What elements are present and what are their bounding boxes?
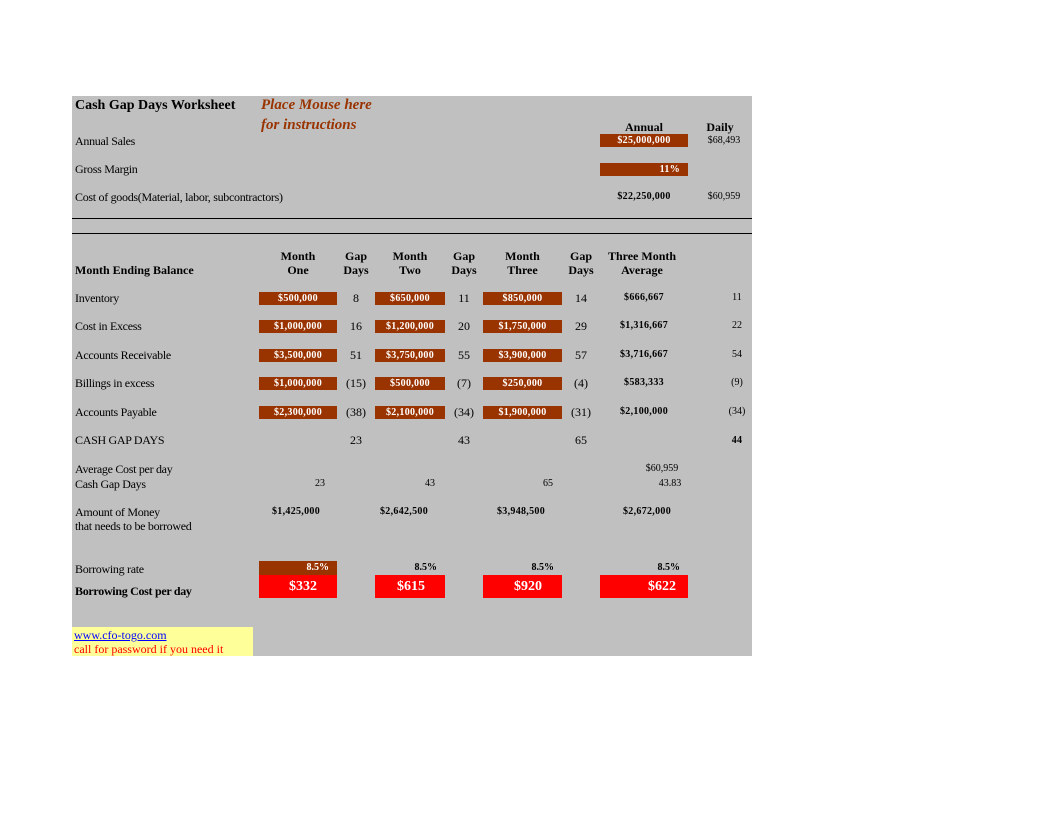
annual-sales-input[interactable]: $25,000,000 (600, 134, 688, 147)
gap-days-g2: (7) (457, 376, 471, 390)
cost-of-goods-daily: $60,959 (707, 191, 741, 202)
borrowing-cost-label: Borrowing Cost per day (75, 584, 192, 598)
borrowing-rate-m3: 8.5% (531, 562, 555, 573)
gap-days-g3: (4) (574, 376, 588, 390)
borrowing-rate-label: Borrowing rate (75, 562, 144, 576)
balance-input-m2[interactable]: $500,000 (375, 377, 445, 390)
gap-days-g3: 29 (575, 319, 587, 333)
borrowing-cost-m1: $332 (259, 575, 337, 598)
balance-input-m2[interactable]: $3,750,000 (375, 349, 445, 362)
average-gap-days: 22 (732, 320, 742, 331)
balance-input-m3[interactable]: $250,000 (483, 377, 562, 390)
cost-of-goods-label: Cost of goods(Material, labor, subcontra… (75, 190, 283, 204)
gap-days-g1: 51 (350, 348, 362, 362)
gap-days-3-header: Gap Days (568, 249, 594, 277)
gap-days-g1: 8 (353, 291, 359, 305)
balance-input-m1[interactable]: $1,000,000 (259, 320, 337, 333)
cash-gap-days-m1: 23 (350, 433, 362, 447)
borrow-amount-label-line1: Amount of Money (75, 505, 160, 519)
borrowing-cost-avg: $622 (600, 575, 688, 598)
borrow-amount-m1: $1,425,000 (272, 506, 320, 517)
daily-sales-value: $68,493 (707, 135, 741, 146)
balance-input-m2[interactable]: $2,100,000 (375, 406, 445, 419)
three-month-average-header: Three Month Average (607, 249, 677, 277)
cash-gap-days-label: CASH GAP DAYS (75, 433, 165, 447)
instructions-link-line2[interactable]: for instructions (261, 117, 356, 134)
three-month-average: $583,333 (624, 377, 664, 388)
month-three-header: Month Three (505, 249, 540, 277)
cash-gap-calc-m2: 43 (425, 478, 435, 489)
three-month-average: $1,316,667 (620, 320, 668, 331)
cash-gap-calc-m3: 65 (543, 478, 553, 489)
daily-column-header: Daily (706, 120, 734, 134)
gap-days-g3: (31) (571, 405, 591, 419)
password-note: call for password if you need it (74, 642, 224, 656)
gap-days-g1: (15) (346, 376, 366, 390)
balance-input-m2[interactable]: $1,200,000 (375, 320, 445, 333)
balance-input-m3[interactable]: $1,900,000 (483, 406, 562, 419)
balance-input-m3[interactable]: $850,000 (483, 292, 562, 305)
gap-days-g1: 16 (350, 319, 362, 333)
average-gap-days: (34) (728, 406, 746, 417)
month-one-header: Month One (280, 249, 316, 277)
cash-gap-calc-avg: 43.83 (658, 478, 682, 489)
average-gap-days: (9) (731, 377, 743, 388)
cash-gap-calc-m1: 23 (315, 478, 325, 489)
gap-days-g2: 55 (458, 348, 470, 362)
balance-input-m1[interactable]: $500,000 (259, 292, 337, 305)
gross-margin-label: Gross Margin (75, 162, 138, 176)
row-label: Cost in Excess (75, 319, 142, 333)
gap-days-1-header: Gap Days (343, 249, 369, 277)
borrow-amount-avg: $2,672,000 (623, 506, 671, 517)
borrowing-rate-m2: 8.5% (414, 562, 438, 573)
balance-input-m3[interactable]: $3,900,000 (483, 349, 562, 362)
gap-days-g3: 14 (575, 291, 587, 305)
month-ending-balance-header: Month Ending Balance (75, 263, 194, 277)
month-two-header: Month Two (392, 249, 428, 277)
worksheet-title: Cash Gap Days Worksheet (75, 98, 236, 113)
gap-days-g3: 57 (575, 348, 587, 362)
website-link[interactable]: www.cfo-togo.com (74, 628, 167, 643)
row-label: Billings in excess (75, 376, 155, 390)
footer-note: www.cfo-togo.com call for password if yo… (72, 627, 253, 656)
gross-margin-input[interactable]: 11% (600, 163, 688, 176)
balance-input-m1[interactable]: $3,500,000 (259, 349, 337, 362)
cash-gap-days-calc-label: Cash Gap Days (75, 477, 146, 491)
balance-input-m2[interactable]: $650,000 (375, 292, 445, 305)
gap-days-g2: 11 (458, 291, 470, 305)
divider-bottom (72, 233, 752, 234)
average-cost-per-day-value: $60,959 (645, 463, 679, 474)
average-gap-days: 54 (732, 349, 742, 360)
average-cost-per-day-label: Average Cost per day (75, 462, 173, 476)
row-label: Accounts Receivable (75, 348, 171, 362)
balance-input-m1[interactable]: $2,300,000 (259, 406, 337, 419)
three-month-average: $666,667 (624, 292, 664, 303)
row-label: Accounts Payable (75, 405, 157, 419)
three-month-average: $2,100,000 (620, 406, 668, 417)
gap-days-g2: (34) (454, 405, 474, 419)
instructions-link-line1[interactable]: Place Mouse here (261, 97, 372, 114)
cash-gap-days-avg: 44 (731, 435, 743, 446)
annual-sales-label: Annual Sales (75, 134, 136, 148)
divider-top (72, 218, 752, 219)
gap-days-g2: 20 (458, 319, 470, 333)
cash-gap-days-m2: 43 (458, 433, 470, 447)
borrow-amount-m3: $3,948,500 (497, 506, 545, 517)
borrowing-cost-m3: $920 (483, 575, 562, 598)
cost-of-goods-annual: $22,250,000 (617, 191, 671, 202)
average-gap-days: 11 (732, 292, 742, 303)
balance-input-m3[interactable]: $1,750,000 (483, 320, 562, 333)
annual-column-header: Annual (624, 120, 664, 134)
cash-gap-days-m3: 65 (575, 433, 587, 447)
borrowing-rate-avg: 8.5% (657, 562, 681, 573)
balance-input-m1[interactable]: $1,000,000 (259, 377, 337, 390)
gap-days-2-header: Gap Days (451, 249, 477, 277)
gap-days-g1: (38) (346, 405, 366, 419)
borrowing-rate-input[interactable]: 8.5% (259, 561, 337, 575)
borrow-amount-label-line2: that needs to be borrowed (75, 519, 192, 533)
borrowing-cost-m2: $615 (375, 575, 445, 598)
row-label: Inventory (75, 291, 119, 305)
borrow-amount-m2: $2,642,500 (380, 506, 428, 517)
three-month-average: $3,716,667 (620, 349, 668, 360)
